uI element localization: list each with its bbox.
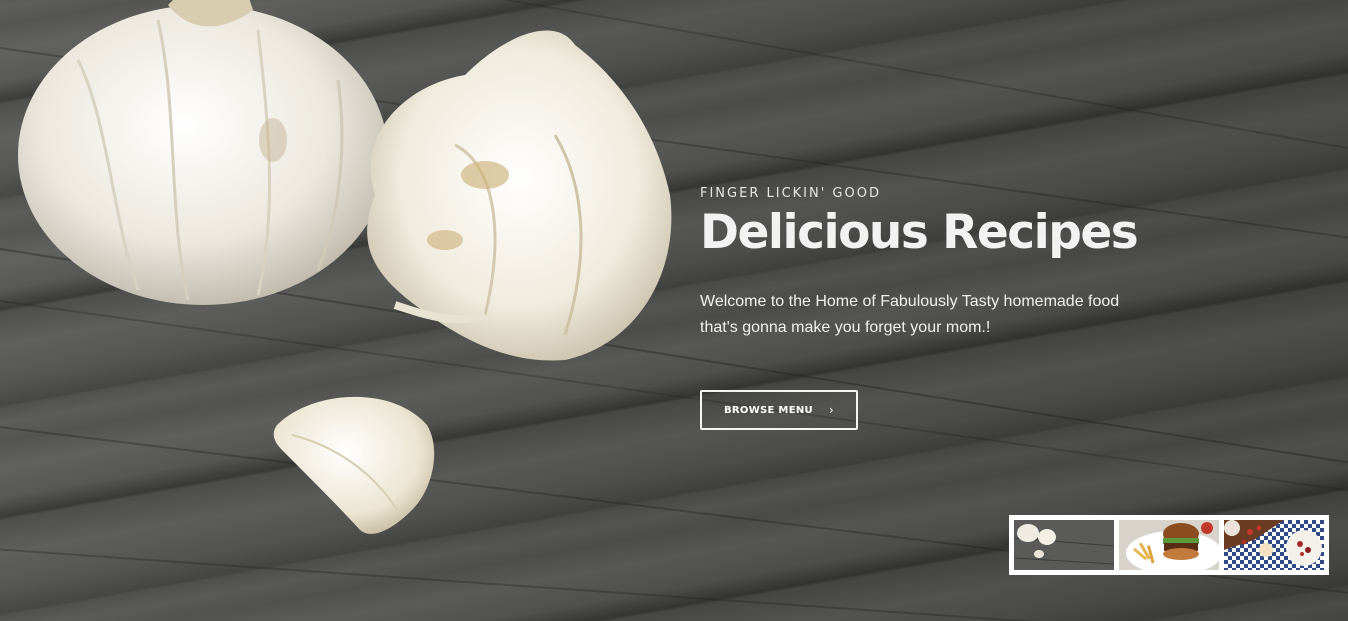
hero-content: FINGER LICKIN' GOOD Delicious Recipes We…: [700, 186, 1220, 341]
chevron-right-icon: ›: [828, 403, 835, 417]
wood-grain: [0, 420, 1348, 605]
snacks-thumbnail-image: [1224, 520, 1324, 570]
browse-menu-label: BROWSE MENU: [723, 404, 813, 416]
hero-description: Welcome to the Home of Fabulously Tasty …: [700, 292, 1120, 336]
burger-thumbnail-image: [1119, 520, 1219, 570]
hero-title: Delicious Recipes: [700, 205, 1139, 260]
hero-slide: FINGER LICKIN' GOOD Delicious Recipes We…: [0, 0, 1348, 621]
slider-thumbnails: [1009, 515, 1329, 575]
thumbnail-snacks[interactable]: [1224, 520, 1324, 570]
garlic-thumbnail-image: [1014, 520, 1114, 570]
thumbnail-burger[interactable]: [1119, 520, 1219, 570]
thumbnail-garlic[interactable]: [1014, 520, 1114, 570]
hero-eyebrow: FINGER LICKIN' GOOD: [700, 186, 881, 201]
garlic-cloves-image: [367, 30, 672, 361]
browse-menu-button[interactable]: BROWSE MENU ›: [700, 390, 858, 430]
garlic-clove-image: [273, 396, 435, 534]
